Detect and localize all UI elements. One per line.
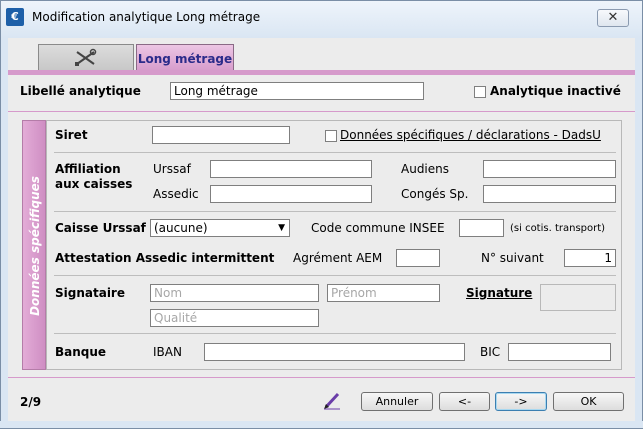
banque-label: Banque bbox=[55, 345, 107, 359]
libelle-label: Libellé analytique bbox=[20, 84, 141, 98]
page-indicator: 2/9 bbox=[20, 395, 42, 409]
urssaf-label: Urssaf bbox=[153, 162, 191, 176]
audiens-input[interactable] bbox=[483, 160, 616, 178]
prenom-input[interactable]: Prénom bbox=[327, 284, 440, 302]
affiliation-label-1: Affiliation bbox=[55, 162, 121, 176]
urssaf-input[interactable] bbox=[210, 160, 372, 178]
inactive-label: Analytique inactivé bbox=[490, 84, 621, 98]
next-button[interactable]: -> bbox=[495, 392, 547, 411]
conges-input[interactable] bbox=[483, 185, 616, 203]
dadsu-checkbox[interactable] bbox=[325, 130, 337, 142]
agrement-label: Agrément AEM bbox=[293, 251, 383, 265]
code-commune-label: Code commune INSEE bbox=[311, 221, 445, 235]
section-divider bbox=[8, 111, 635, 112]
audiens-label: Audiens bbox=[401, 162, 450, 176]
bic-input[interactable] bbox=[508, 343, 611, 361]
separator bbox=[54, 211, 616, 212]
attestation-label: Attestation Assedic intermittent bbox=[55, 251, 275, 265]
signature-link[interactable]: Signature bbox=[466, 286, 532, 300]
tab-long-metrage[interactable]: Long métrage bbox=[136, 44, 234, 72]
previous-button[interactable]: <- bbox=[439, 392, 490, 411]
dadsu-label[interactable]: Données spécifiques / déclarations - Dad… bbox=[340, 128, 601, 142]
assedic-label: Assedic bbox=[153, 187, 199, 201]
inactive-checkbox[interactable] bbox=[474, 86, 486, 98]
caisse-urssaf-label: Caisse Urssaf bbox=[55, 221, 146, 235]
separator bbox=[54, 152, 616, 153]
iban-label: IBAN bbox=[153, 345, 182, 359]
app-icon: € bbox=[6, 8, 24, 26]
code-commune-note: (si cotis. transport) bbox=[510, 223, 606, 234]
tab-tools[interactable] bbox=[38, 44, 134, 70]
separator bbox=[54, 333, 616, 334]
iban-input[interactable] bbox=[204, 343, 465, 361]
nom-input[interactable]: Nom bbox=[150, 284, 319, 302]
window-frame-bottom bbox=[0, 421, 643, 429]
code-commune-input[interactable] bbox=[459, 219, 504, 237]
agrement-input[interactable] bbox=[396, 249, 440, 267]
side-tab-label: Données spécifiques bbox=[28, 176, 42, 316]
caisse-urssaf-select[interactable]: (aucune) ▼ bbox=[150, 219, 290, 237]
qualite-input[interactable]: Qualité bbox=[150, 309, 319, 327]
close-button[interactable]: ✕ bbox=[597, 9, 629, 27]
separator bbox=[54, 275, 616, 276]
num-suivant-input[interactable]: 1 bbox=[564, 249, 616, 267]
ok-button[interactable]: OK bbox=[553, 392, 624, 411]
window-frame-left bbox=[0, 38, 8, 429]
side-tab: Données spécifiques bbox=[22, 120, 46, 370]
window-title: Modification analytique Long métrage bbox=[32, 10, 261, 24]
signataire-label: Signataire bbox=[55, 286, 125, 300]
chevron-down-icon[interactable]: ▼ bbox=[278, 221, 285, 235]
siret-input[interactable] bbox=[152, 126, 290, 144]
edit-pencil-icon[interactable] bbox=[322, 390, 342, 410]
siret-label: Siret bbox=[55, 128, 88, 142]
caisse-urssaf-value: (aucune) bbox=[154, 221, 208, 235]
libelle-input[interactable]: Long métrage bbox=[170, 82, 424, 100]
num-suivant-label: N° suivant bbox=[481, 251, 544, 265]
affiliation-label-2: aux caisses bbox=[55, 177, 133, 191]
annuler-button[interactable]: Annuler bbox=[361, 392, 433, 411]
tools-icon bbox=[75, 48, 97, 66]
assedic-input[interactable] bbox=[210, 185, 372, 203]
bic-label: BIC bbox=[480, 345, 501, 359]
conges-label: Congés Sp. bbox=[401, 187, 469, 201]
signature-box bbox=[540, 284, 616, 311]
window-frame-right bbox=[635, 38, 643, 429]
